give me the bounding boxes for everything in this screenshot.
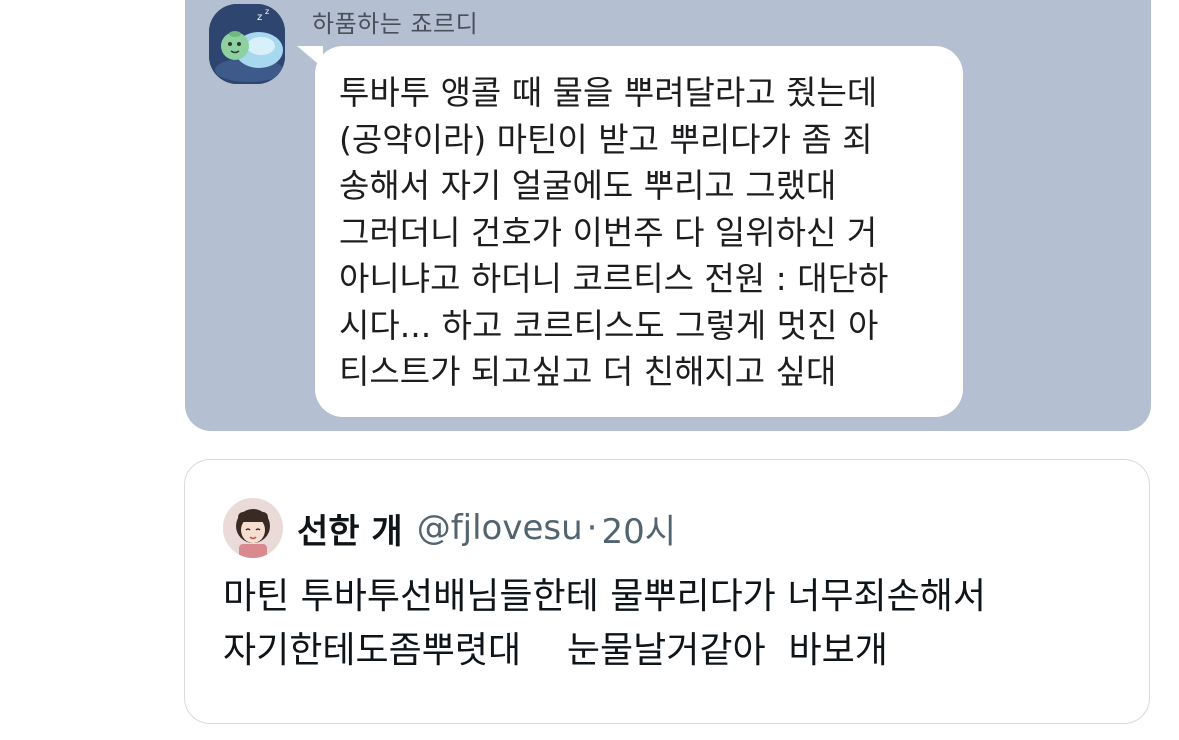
message-bubble: 투바투 앵콜 때 물을 뿌려달라고 줬는데 (공약이라) 마틴이 받고 뿌리다가…	[315, 46, 963, 417]
separator-dot: ·	[586, 508, 598, 548]
quote-body: 마틴 투바투선배님들한테 물뿌리다가 너무죄손해서 자기한테도좀뿌렷대 눈물날거…	[223, 570, 986, 678]
quoted-tweet[interactable]: 선한 개 @fjlovesu · 20시 마틴 투바투선배님들한테 물뿌리다가 …	[184, 459, 1150, 724]
message-line: 아니냐고 하더니 코르티스 전원 : 대단하	[339, 259, 889, 298]
display-name[interactable]: 선한 개	[297, 504, 403, 553]
message-line: 티스트가 되고싶고 더 친해지고 싶대	[339, 352, 837, 391]
svg-text:z: z	[257, 12, 262, 23]
sender-name: 하품하는 죠르디	[312, 10, 479, 38]
svg-text:z: z	[265, 7, 269, 16]
user-handle[interactable]: @fjlovesu	[417, 508, 583, 548]
message-line: 투바투 앵콜 때 물을 뿌려달라고 줬는데	[339, 73, 878, 112]
jordy-avatar-icon: z z	[209, 4, 285, 84]
timestamp[interactable]: 20시	[601, 504, 676, 553]
message-line: (공약이라) 마틴이 받고 뿌리다가 좀 죄	[339, 119, 873, 159]
quote-line: 자기한테도좀뿌렷대 눈물날거같아 바보개	[223, 630, 888, 671]
quote-line: 마틴 투바투선배님들한테 물뿌리다가 너무죄손해서	[223, 576, 986, 617]
chat-screenshot: z z 하품하는 죠르디 투바투 앵콜 때 물을 뿌려달라고 줬는데 (공약이라…	[185, 0, 1151, 431]
message-line: 송해서 자기 얼굴에도 뿌리고 그랬대	[339, 166, 837, 205]
message-line: 시다... 하고 코르티스도 그렇게 멋진 아	[339, 305, 879, 345]
message-text: 투바투 앵콜 때 물을 뿌려달라고 줬는데 (공약이라) 마틴이 받고 뿌리다가…	[339, 70, 888, 396]
profile-avatar-icon[interactable]	[223, 498, 283, 558]
page: z z 하품하는 죠르디 투바투 앵콜 때 물을 뿌려달라고 줬는데 (공약이라…	[0, 0, 1179, 740]
message-line: 그러더니 건호가 이번주 다 일위하신 거	[339, 212, 878, 252]
quote-header: 선한 개 @fjlovesu · 20시	[297, 504, 676, 553]
